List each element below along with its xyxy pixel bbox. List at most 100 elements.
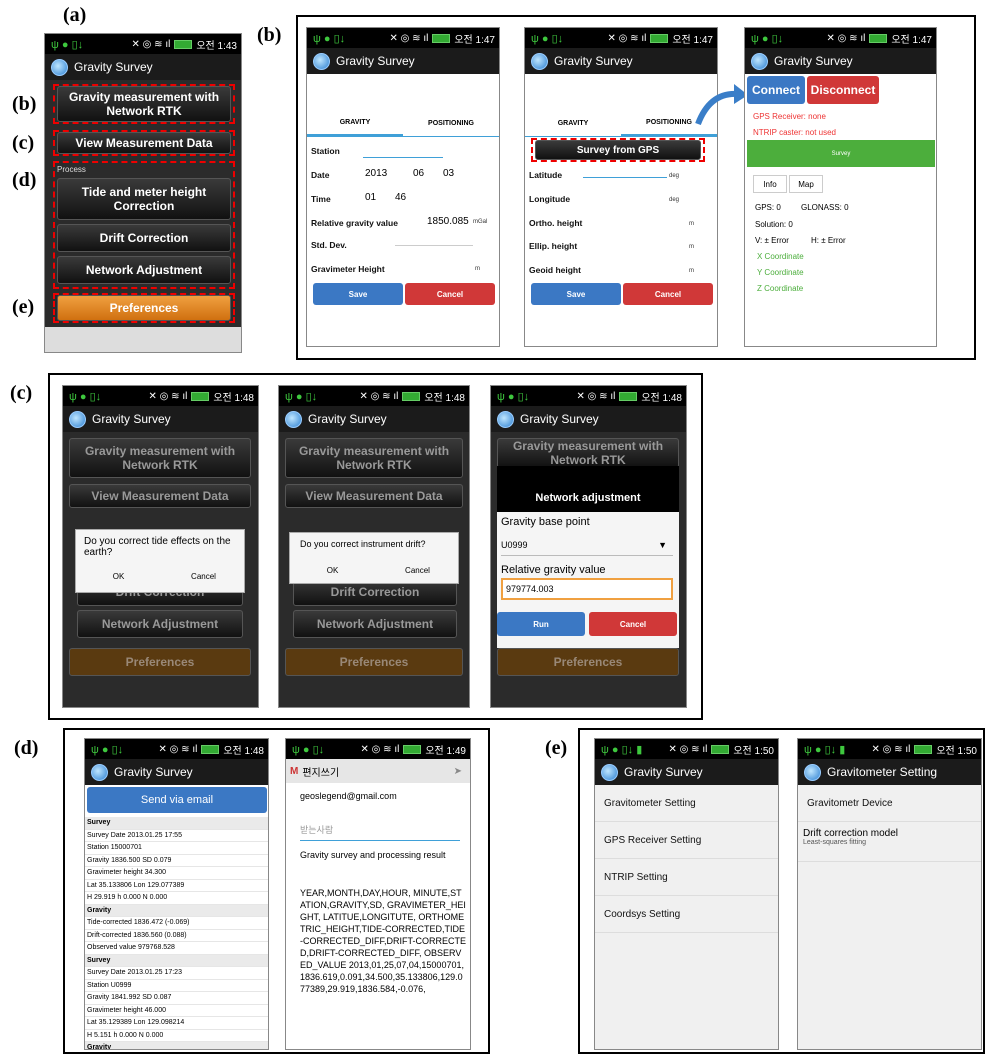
drift-model-item[interactable]: Drift correction model Least-squares fit… — [798, 822, 981, 862]
latitude-label: Latitude — [529, 170, 563, 180]
ellip-label: Ellip. height — [529, 241, 578, 251]
gravity-rtk-button[interactable]: Gravity measurement with Network RTK — [285, 438, 463, 478]
highlight-d — [53, 161, 235, 289]
hour-input[interactable]: 01 — [365, 192, 376, 203]
tab-map[interactable]: Map — [789, 175, 823, 193]
form-tabs: GRAVITY POSITIONING — [525, 111, 717, 137]
to-input[interactable]: 받는사람 — [300, 823, 460, 841]
email-header: M 편지쓰기 ➤ — [286, 759, 470, 783]
m-unit: m — [475, 266, 480, 272]
ntrip-setting-item[interactable]: NTRIP Setting — [595, 859, 778, 896]
deg-unit: deg — [669, 197, 680, 203]
app-title: Gravity Survey — [554, 54, 633, 68]
label-c: (c) — [12, 132, 35, 154]
view-data-button[interactable]: View Measurement Data — [69, 484, 251, 508]
phone-gps-survey: ψ ● ▯↓ ✕ ◎ ≋ ıl 오전 1:47 Gravity Survey Con… — [744, 27, 937, 347]
status-bar: ψ ● ▯↓ ✕ ◎ ≋ ıl 오전 1:48 — [279, 386, 469, 406]
year-input[interactable]: 2013 — [365, 168, 387, 179]
app-title: Gravity Survey — [336, 54, 415, 68]
height-label: Gravimeter Height — [311, 264, 385, 274]
month-input[interactable]: 06 — [413, 168, 424, 179]
rel-gravity-input[interactable]: 1850.085 — [427, 216, 469, 227]
label-e2: (e) — [545, 737, 568, 759]
survey-button[interactable]: Survey — [747, 140, 935, 167]
base-point-value: U0999 — [501, 539, 528, 550]
save-button[interactable]: Save — [313, 283, 403, 305]
station-input[interactable] — [363, 154, 443, 158]
compose-title: 편지쓰기 — [302, 767, 340, 779]
drift-question: Do you correct instrument drift? — [300, 539, 426, 549]
phone-positioning-form: ψ ● ▯↓ ✕ ◎ ≋ ıl 오전 1:47 Gravity Survey GRA… — [524, 27, 718, 347]
drift-model-value: Least-squares fitting — [803, 839, 867, 846]
gravity-rtk-button[interactable]: Gravity measurement with Network RTK — [69, 438, 251, 478]
ok-button[interactable]: OK — [76, 572, 161, 581]
preferences-button[interactable]: Preferences — [285, 648, 463, 676]
section-header: Gravity — [85, 1042, 268, 1049]
view-data-button[interactable]: View Measurement Data — [285, 484, 463, 508]
minute-input[interactable]: 46 — [395, 192, 406, 203]
status-bar: ψ ● ▯↓ ✕ ◎ ≋ ıl 오전 1:48 — [63, 386, 258, 406]
connect-button[interactable]: Connect — [747, 76, 805, 104]
gravitometer-device-item[interactable]: Gravitometr Device — [798, 785, 981, 822]
network-adjustment-button[interactable]: Network Adjustment — [77, 610, 243, 638]
label-d: (d) — [12, 169, 37, 191]
body-input[interactable]: YEAR,MONTH,DAY,HOUR, MINUTE,STATION,GRAV… — [300, 887, 466, 995]
data-row: Gravity 1841.992 SD 0.087 — [85, 992, 268, 1005]
tab-gravity[interactable]: GRAVITY — [307, 111, 403, 137]
data-row: Gravimeter height 46.000 — [85, 1005, 268, 1017]
z-coordinate: Z Coordinate — [757, 284, 804, 293]
send-email-button[interactable]: Send via email — [87, 787, 267, 813]
cancel-button[interactable]: Cancel — [623, 283, 713, 305]
app-bar: Gravity Survey — [307, 48, 499, 74]
highlight-survey-gps — [531, 138, 705, 162]
tab-info[interactable]: Info — [753, 175, 787, 193]
highlight-e — [53, 293, 235, 323]
drift-dialog: Do you correct instrument drift? OK Canc… — [289, 532, 459, 584]
phone-drift-dialog: ψ ● ▯↓ ✕ ◎ ≋ ıl 오전 1:48 Gravity Survey Gra… — [278, 385, 470, 708]
coordsys-setting-item[interactable]: Coordsys Setting — [595, 896, 778, 933]
gmail-icon: M — [290, 765, 299, 777]
ok-button[interactable]: OK — [290, 566, 375, 575]
day-input[interactable]: 03 — [443, 168, 454, 179]
subject-input[interactable]: Gravity survey and processing result — [300, 849, 464, 861]
gravitometer-setting-item[interactable]: Gravitometer Setting — [595, 785, 778, 822]
run-button[interactable]: Run — [497, 612, 585, 636]
glonass-count: GLONASS: 0 — [801, 203, 849, 212]
cancel-button[interactable]: Cancel — [405, 283, 495, 305]
phone-network-dialog: ψ ● ▯↓ ✕ ◎ ≋ ıl 오전 1:48 Gravity Survey Gra… — [490, 385, 687, 708]
data-row: H 29.919 h 0.000 N 0.000 — [85, 892, 268, 905]
rel-gravity-input[interactable]: 979774.003 — [501, 578, 673, 600]
status-bar: ψ ● ▯↓ ✕ ◎ ≋ ıl 오전 1:47 — [745, 28, 936, 48]
preferences-button[interactable]: Preferences — [69, 648, 251, 676]
tab-gravity[interactable]: GRAVITY — [525, 111, 621, 137]
app-bar: Gravity Survey — [63, 406, 258, 432]
gps-receiver-setting-item[interactable]: GPS Receiver Setting — [595, 822, 778, 859]
latitude-input[interactable] — [583, 174, 667, 178]
v-error: V: ± Error — [755, 236, 789, 245]
std-input[interactable] — [395, 242, 473, 246]
disconnect-button[interactable]: Disconnect — [807, 76, 879, 104]
h-error: H: ± Error — [811, 236, 846, 245]
app-bar: Gravity Survey — [279, 406, 469, 432]
network-dialog-title: Network adjustment — [535, 492, 641, 504]
label-d2: (d) — [14, 737, 39, 759]
app-logo-icon — [751, 52, 768, 70]
app-logo-icon — [497, 410, 514, 428]
network-dialog: Gravity base point U0999 ▼ Relative gravi… — [497, 512, 679, 648]
save-button[interactable]: Save — [531, 283, 621, 305]
app-bar: Gravity Survey — [85, 759, 268, 785]
phone-data-view: ψ ● ▯↓ ✕ ◎ ≋ ıl 오전 1:48 Gravity Survey Sen… — [84, 738, 269, 1050]
send-icon[interactable]: ➤ — [454, 766, 462, 777]
gravity-rtk-button[interactable]: Gravity measurement with Network RTK — [497, 438, 679, 468]
tab-positioning[interactable]: POSITIONING — [403, 111, 499, 137]
cancel-button[interactable]: Cancel — [375, 566, 460, 575]
app-logo-icon — [313, 52, 330, 70]
ntrip-status: NTRIP caster: not used — [753, 128, 836, 137]
label-b-top: (b) — [257, 24, 282, 46]
cancel-button[interactable]: Cancel — [589, 612, 677, 636]
gps-count: GPS: 0 — [755, 203, 781, 212]
preferences-button[interactable]: Preferences — [497, 648, 679, 676]
cancel-button[interactable]: Cancel — [161, 572, 246, 581]
base-point-select[interactable]: U0999 ▼ — [501, 534, 673, 556]
network-adjustment-button[interactable]: Network Adjustment — [293, 610, 457, 638]
